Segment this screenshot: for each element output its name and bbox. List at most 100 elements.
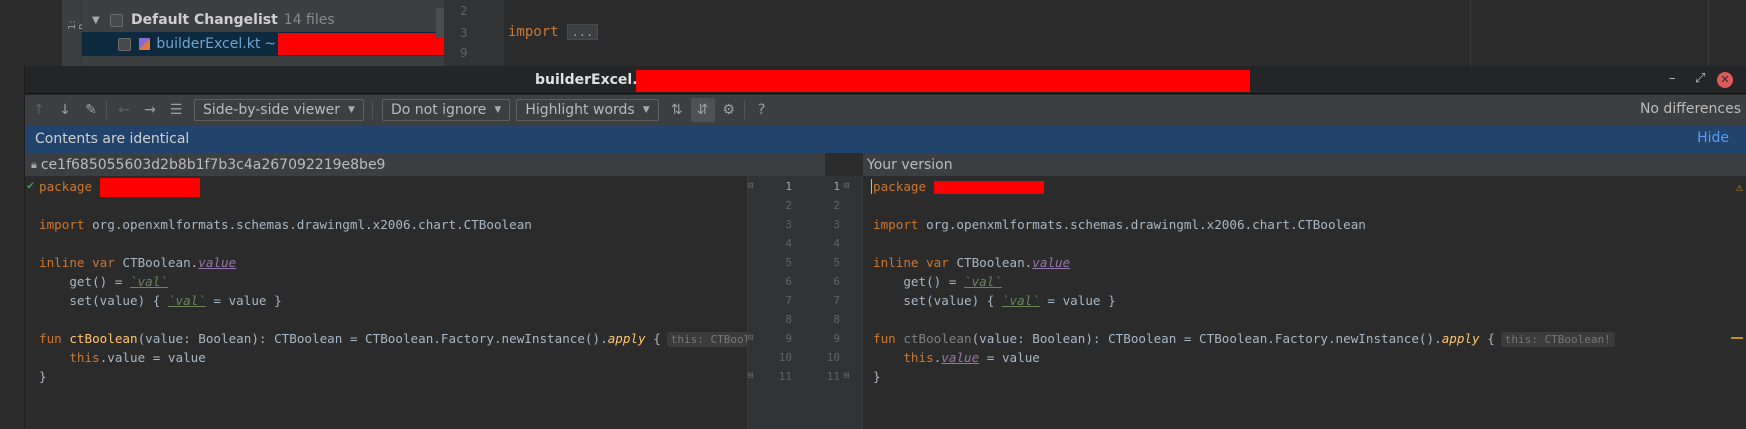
right-line-number: 6 xyxy=(833,275,840,288)
line-number: 9 xyxy=(460,46,468,60)
background-editor: 2 3 9 import... xyxy=(444,0,1746,66)
changelist-count: 14 files xyxy=(283,12,335,28)
code-line: set(value) { `val` = value } xyxy=(903,293,1116,308)
edit-source-icon[interactable]: ✎ xyxy=(79,98,103,122)
dropdown-arrow-icon: ▼ xyxy=(494,105,502,115)
dropdown-arrow-icon: ▼ xyxy=(642,105,650,115)
warning-icon[interactable]: ⚠ xyxy=(1736,180,1743,194)
file-suffix: ~ xyxy=(264,36,277,52)
code-line: package xyxy=(873,177,1044,196)
left-line-number: 8 xyxy=(785,313,792,326)
revision-hash: ce1f685055603d2b8b1f7b3c4a267092219e8be9 xyxy=(40,156,386,173)
line-number: 3 xyxy=(460,26,468,40)
right-line-number: 11 xyxy=(826,370,840,383)
right-line-number: 4 xyxy=(833,237,840,250)
dialog-titlebar[interactable]: builderExcel.kt – ⤢ ✕ xyxy=(25,66,1746,94)
import-keyword: import xyxy=(508,24,559,40)
left-line-number: 9 xyxy=(785,332,792,345)
file-checkbox[interactable] xyxy=(117,37,131,51)
right-line-number: 3 xyxy=(833,218,840,231)
background-left-strip xyxy=(0,0,62,66)
code-line: set(value) { `val` = value } xyxy=(69,293,282,308)
diff-status: No differences xyxy=(1639,101,1741,117)
close-icon[interactable]: ✕ xyxy=(1717,72,1733,88)
code-line: this.value = value xyxy=(69,350,206,365)
code-line: import org.openxmlformats.schemas.drawin… xyxy=(39,217,532,232)
lock-icon: 🔒︎ xyxy=(31,157,37,171)
kotlin-file-icon xyxy=(138,38,151,50)
viewer-select[interactable]: Side-by-side viewer ▼ xyxy=(194,99,364,121)
right-pane-header: Your version xyxy=(863,153,1746,176)
fold-icon[interactable]: ⊟ xyxy=(748,333,753,343)
right-line-number: 2 xyxy=(833,199,840,212)
code-line: inline var CTBoolean.value xyxy=(873,255,1071,270)
code-line: } xyxy=(39,369,47,384)
fold-icon[interactable]: ⊟ xyxy=(748,181,753,191)
right-line-number: 7 xyxy=(833,294,840,307)
changed-file-row[interactable]: builderExcel.kt ~ xyxy=(82,32,444,56)
right-pane-title: Your version xyxy=(867,156,953,173)
left-line-number: 6 xyxy=(785,275,792,288)
changelist-row[interactable]: ▼ Default Changelist 14 files xyxy=(82,8,444,32)
settings-gear-icon[interactable]: ⚙ xyxy=(717,98,741,122)
changes-scrollbar[interactable] xyxy=(436,8,444,38)
ignore-select-value: Do not ignore xyxy=(390,102,487,118)
right-line-number: 5 xyxy=(833,256,840,269)
ignore-whitespace-select[interactable]: Do not ignore ▼ xyxy=(381,99,511,121)
help-icon[interactable]: ? xyxy=(750,98,774,122)
redacted-title-path xyxy=(636,70,1250,92)
minimize-icon[interactable]: – xyxy=(1669,71,1676,86)
fold-icon[interactable]: ⊟ xyxy=(844,371,849,381)
diff-line-number-gutter: ⊟ ⊟ ⊟ ⊟ ⊟ 1 2 3 4 5 6 7 8 9 10 11 1 2 3 … xyxy=(747,176,863,429)
hide-banner-link[interactable]: Hide xyxy=(1697,130,1729,146)
right-line-number: 1 xyxy=(833,180,840,193)
right-code-pane[interactable]: ⚠ package import org.openxmlformats.sche… xyxy=(863,176,1746,429)
changes-panel: ▼ Default Changelist 14 files builderExc… xyxy=(82,0,444,66)
left-code-pane[interactable]: ✔ package import org.openxmlformats.sche… xyxy=(25,176,781,429)
changelist-checkbox[interactable] xyxy=(110,13,123,27)
line-number: 2 xyxy=(460,4,468,18)
editor-divider xyxy=(1470,0,1471,66)
viewer-select-value: Side-by-side viewer xyxy=(203,102,341,118)
left-line-number: 10 xyxy=(778,351,792,364)
banner-message: Contents are identical xyxy=(35,131,190,147)
left-line-number: 5 xyxy=(785,256,792,269)
changelist-name: Default Changelist xyxy=(131,12,278,28)
next-difference-icon[interactable]: ↓ xyxy=(53,98,77,122)
project-toolwindow-tab[interactable]: 1: P xyxy=(62,0,89,66)
code-line: } xyxy=(873,369,881,384)
list-icon[interactable]: ☰ xyxy=(164,98,188,122)
previous-difference-icon[interactable]: ↑ xyxy=(27,98,51,122)
right-line-number: 8 xyxy=(833,313,840,326)
fold-icon[interactable]: ⊟ xyxy=(844,181,849,191)
back-icon[interactable]: ← xyxy=(112,98,136,122)
redacted-path xyxy=(278,33,444,55)
folded-region-button[interactable]: ... xyxy=(566,24,599,40)
code-line: inline var CTBoolean.value xyxy=(39,255,237,270)
file-name: builderExcel.kt xyxy=(156,36,261,52)
fold-icon[interactable]: ⊟ xyxy=(748,371,753,381)
warning-marker[interactable] xyxy=(1731,337,1743,339)
diff-dialog: builderExcel.kt – ⤢ ✕ ↑ ↓ ✎ ← → ☰ Side-b… xyxy=(24,66,1746,429)
code-line: get() = `val` xyxy=(903,274,1002,289)
highlight-select[interactable]: Highlight words ▼ xyxy=(516,99,659,121)
code-line: fun ctBoolean(value: Boolean): CTBoolean… xyxy=(873,329,1615,348)
left-line-number: 4 xyxy=(785,237,792,250)
chevron-down-icon[interactable]: ▼ xyxy=(92,15,102,26)
notification-banner: Contents are identical Hide xyxy=(25,125,1746,153)
text-caret xyxy=(871,179,872,194)
maximize-icon[interactable]: ⤢ xyxy=(1695,71,1705,86)
check-icon: ✔ xyxy=(27,178,35,192)
left-line-number: 7 xyxy=(785,294,792,307)
synchronize-scrolling-icon[interactable]: ⇵ xyxy=(690,98,715,122)
dropdown-arrow-icon: ▼ xyxy=(348,105,355,115)
code-line: package xyxy=(39,177,200,197)
code-line: this.value = value xyxy=(903,350,1040,365)
forward-icon[interactable]: → xyxy=(138,98,162,122)
inlay-hint: this: CTBoolean! xyxy=(1500,332,1615,347)
collapse-unchanged-icon[interactable]: ⇅ xyxy=(665,98,689,122)
right-line-number: 10 xyxy=(826,351,840,364)
left-line-number: 3 xyxy=(785,218,792,231)
code-line: fun ctBoolean(value: Boolean): CTBoolean… xyxy=(39,329,781,348)
left-line-number: 11 xyxy=(778,370,792,383)
